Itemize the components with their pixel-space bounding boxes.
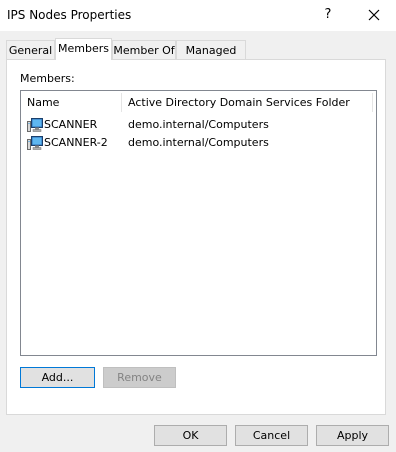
computer-icon [27, 136, 43, 150]
member-name: SCANNER [44, 118, 98, 131]
column-folder-label: Active Directory Domain Services Folder [128, 96, 350, 109]
list-item[interactable]: SCANNER-2 demo.internal/Computers [21, 134, 376, 152]
title-bar: IPS Nodes Properties ? [0, 0, 396, 31]
remove-button-label: Remove [117, 371, 162, 384]
tab-general-label: General [8, 44, 53, 57]
members-label: Members: [20, 72, 75, 85]
list-header: Name Active Directory Domain Services Fo… [21, 91, 376, 114]
add-button-label: Add... [41, 371, 74, 384]
column-header-folder[interactable]: Active Directory Domain Services Folder [122, 91, 372, 114]
tab-members[interactable]: Members [55, 38, 112, 60]
members-list[interactable]: Name Active Directory Domain Services Fo… [20, 90, 377, 356]
tab-member-of[interactable]: Member Of [112, 40, 176, 59]
list-item[interactable]: SCANNER demo.internal/Computers [21, 116, 376, 134]
apply-button-label: Apply [336, 429, 369, 442]
remove-button[interactable]: Remove [103, 367, 176, 388]
cancel-button-label: Cancel [252, 429, 291, 442]
close-button[interactable] [360, 4, 388, 26]
cancel-button[interactable]: Cancel [235, 425, 308, 446]
apply-button[interactable]: Apply [316, 425, 389, 446]
column-name-label: Name [27, 96, 60, 109]
close-icon [368, 9, 380, 21]
tab-strip: General Members Member Of Managed By [6, 38, 386, 76]
tab-general[interactable]: General [6, 40, 55, 59]
column-separator[interactable] [372, 93, 373, 112]
member-folder: demo.internal/Computers [128, 136, 269, 149]
ok-button-label: OK [182, 429, 199, 442]
tab-managed-by[interactable]: Managed By [176, 40, 246, 76]
ok-button[interactable]: OK [154, 425, 227, 446]
help-button[interactable]: ? [316, 4, 340, 26]
add-button[interactable]: Add... [20, 367, 95, 388]
member-name: SCANNER-2 [44, 136, 108, 149]
window-title: IPS Nodes Properties [7, 8, 132, 22]
computer-icon [27, 118, 43, 132]
column-header-name[interactable]: Name [21, 91, 121, 114]
members-panel: Members: Name Active Directory Domain Se… [6, 59, 386, 415]
help-label: ? [324, 7, 332, 22]
tab-member-of-label: Member Of [113, 44, 175, 57]
tab-members-label: Members [58, 42, 109, 55]
member-folder: demo.internal/Computers [128, 118, 269, 131]
